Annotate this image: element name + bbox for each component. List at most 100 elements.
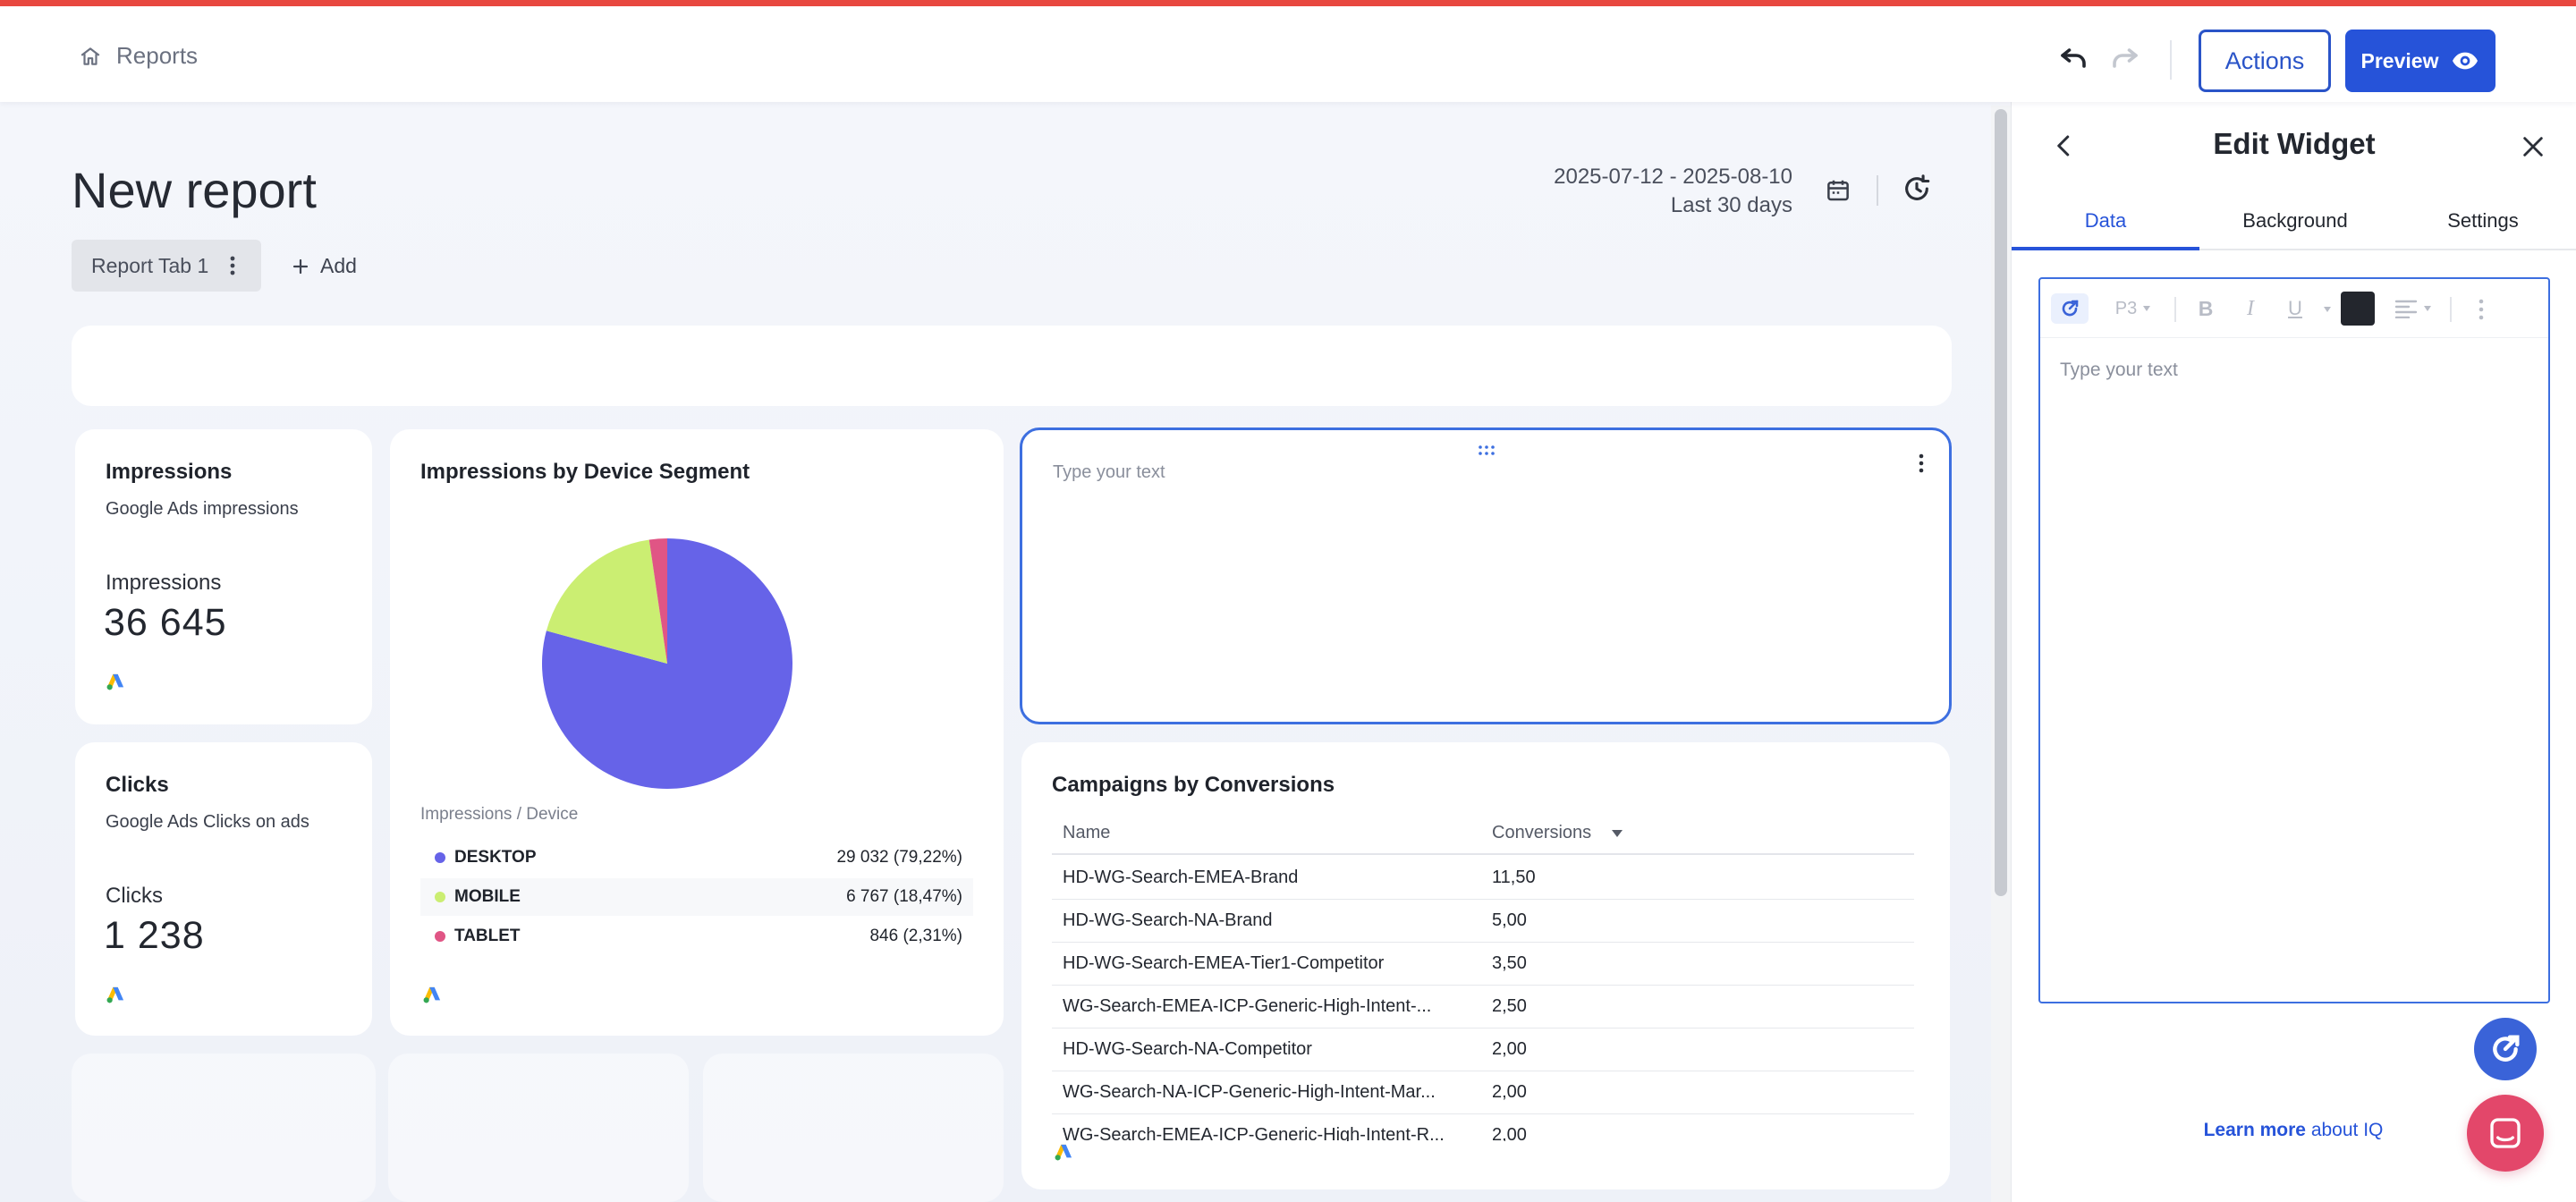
campaign-name: HD-WG-Search-NA-Brand [1063,910,1273,930]
sort-desc-icon[interactable] [1611,829,1623,838]
column-header-name[interactable]: Name [1063,823,1456,843]
legend-name: TABLET [454,927,521,945]
chat-icon [2490,1118,2521,1148]
text-color-swatch[interactable] [2341,292,2375,326]
legend-swatch [435,892,445,902]
drag-handle-icon[interactable] [1477,444,1496,457]
header-divider [1877,175,1878,206]
column-header-conversions-label: Conversions [1492,823,1592,842]
close-icon[interactable] [2521,134,2546,159]
impressions-title: Impressions [106,460,233,484]
italic-button[interactable]: I [2235,293,2266,324]
conversions-value: 2,50 [1492,996,1527,1016]
learn-more-label: Learn more [2203,1120,2306,1140]
breadcrumb-label[interactable]: Reports [116,42,198,70]
legend-item: DESKTOP 29 032 (79,22%) [420,839,973,876]
table-row[interactable]: WG-Search-EMEA-ICP-Generic-High-Intent-.… [1052,986,1914,1028]
campaign-name: HD-WG-Search-NA-Competitor [1063,1039,1312,1059]
text-align-dropdown[interactable] [2389,293,2437,324]
tab-data[interactable]: Data [2012,200,2199,250]
tab-background[interactable]: Background [2201,200,2389,250]
legend-item: MOBILE 6 767 (18,47%) [420,878,973,916]
column-header-conversions[interactable]: Conversions [1492,823,1623,843]
empty-widget-slot[interactable] [388,1054,689,1202]
table-row[interactable]: HD-WG-Search-EMEA-Tier1-Competitor 3,50 [1052,943,1914,986]
text-widget-selected[interactable]: Type your text [1020,427,1952,724]
campaign-name: WG-Search-EMEA-ICP-Generic-High-Intent-R… [1063,1125,1445,1141]
campaign-name: WG-Search-NA-ICP-Generic-High-Intent-Mar… [1063,1082,1436,1102]
conversions-value: 2,00 [1492,1039,1527,1059]
underline-button[interactable]: U [2280,293,2310,324]
google-ads-icon [106,673,124,690]
iq-icon [2493,1035,2520,1062]
conversions-value: 3,50 [1492,953,1527,973]
learn-more-suffix: about IQ [2310,1120,2384,1140]
add-tab-button[interactable]: Add [292,254,357,278]
clicks-value: 1 238 [104,914,205,957]
report-title[interactable]: New report [72,161,317,219]
device-segment-title: Impressions by Device Segment [420,460,750,484]
preview-button-label: Preview [2360,48,2439,72]
redo-icon[interactable] [2109,42,2141,74]
empty-widget-slot[interactable] [703,1054,1004,1202]
table-row[interactable]: HD-WG-Search-NA-Brand 5,00 [1052,900,1914,943]
campaign-name: HD-WG-Search-EMEA-Tier1-Competitor [1063,953,1385,973]
legend-value: 29 032 (79,22%) [836,848,962,867]
conversions-value: 11,50 [1492,868,1536,887]
refresh-icon[interactable] [1902,174,1932,204]
conversions-value: 2,00 [1492,1082,1527,1102]
empty-widget-slot[interactable] [72,1054,376,1202]
eye-icon [2453,52,2479,70]
caret-down-icon [2424,306,2431,311]
campaign-name: HD-WG-Search-EMEA-Brand [1063,868,1299,887]
legend-name: MOBILE [454,887,521,906]
undo-icon[interactable] [2057,42,2089,74]
canvas-scrollbar-thumb[interactable] [1995,109,2007,896]
conversions-value: 5,00 [1492,910,1527,930]
breadcrumb[interactable]: Reports [79,42,198,70]
tab-menu-icon[interactable] [220,252,245,279]
impressions-metric-label: Impressions [106,571,222,595]
pie-caption: Impressions / Device [420,805,579,824]
panel-tabs: Data Background Settings [2012,200,2576,250]
campaign-name: WG-Search-EMEA-ICP-Generic-High-Intent-.… [1063,996,1432,1016]
widget-menu-icon[interactable] [1917,452,1926,475]
legend-swatch [435,852,445,863]
align-left-icon [2394,300,2418,318]
iq-floating-button[interactable] [2474,1018,2537,1080]
table-row[interactable]: HD-WG-Search-NA-Competitor 2,00 [1052,1028,1914,1071]
tab-settings[interactable]: Settings [2389,200,2576,250]
actions-button[interactable]: Actions [2199,30,2331,92]
table-row[interactable]: HD-WG-Search-EMEA-Brand 11,50 [1052,857,1914,900]
google-ads-icon [106,986,124,1003]
chat-support-button[interactable] [2467,1095,2544,1172]
iq-assistant-button[interactable] [2051,293,2089,324]
impressions-subtitle: Google Ads impressions [106,499,299,519]
clicks-metric-label: Clicks [106,884,163,908]
text-editor[interactable]: P3 B I U Type your text [2038,277,2550,1003]
table-row[interactable]: WG-Search-NA-ICP-Generic-High-Intent-Mar… [1052,1071,1914,1114]
caret-down-icon[interactable] [2323,306,2332,313]
clicks-title: Clicks [106,773,169,797]
date-range[interactable]: 2025-07-12 - 2025-08-10 Last 30 days [1554,163,1792,220]
toolbar-divider [2450,297,2452,322]
legend-name: DESKTOP [454,848,537,867]
caret-down-icon [2143,306,2151,311]
date-range-dates: 2025-07-12 - 2025-08-10 [1554,165,1792,189]
more-options-icon[interactable] [2477,297,2486,322]
text-widget-placeholder[interactable]: Type your text [1053,462,1165,483]
home-icon [80,47,100,65]
table-row[interactable]: WG-Search-EMEA-ICP-Generic-High-Intent-R… [1052,1114,1914,1141]
bold-button[interactable]: B [2190,293,2221,324]
header-widget[interactable] [72,326,1952,406]
legend-swatch [435,931,445,942]
preview-button[interactable]: Preview [2345,30,2496,92]
conversions-value: 2,00 [1492,1125,1527,1141]
calendar-icon[interactable] [1825,177,1852,204]
add-tab-label: Add [320,254,357,277]
report-tab-label: Report Tab 1 [91,253,209,277]
font-style-dropdown[interactable]: P3 [2110,293,2157,324]
plus-icon [292,258,309,274]
panel-title: Edit Widget [2213,127,2376,160]
editor-placeholder[interactable]: Type your text [2060,360,2178,381]
